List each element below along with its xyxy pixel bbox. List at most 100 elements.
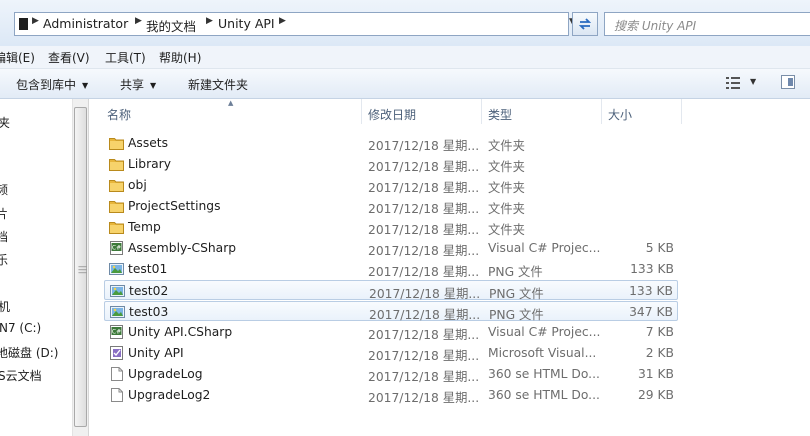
nav-item[interactable]: 档 [0,228,8,245]
navigation-scrollbar[interactable]: — — — [72,99,89,436]
file-row[interactable]: C# Assembly-CSharp 2017/12/18 星期... Visual … [104,238,678,258]
nav-item[interactable]: 乐 [0,251,8,268]
png-image-icon [110,285,125,297]
address-bar[interactable]: ▶ Administrator ▶ 我的文档 ▶ Unity API ▶ ▼ [14,12,576,36]
file-type: PNG 文件 [488,265,543,279]
file-modified-date: 2017/12/18 星期... [368,328,480,342]
visual-studio-solution-icon [110,346,123,360]
file-modified-date: 2017/12/18 星期... [368,160,480,174]
refresh-button[interactable] [572,12,598,36]
preview-pane-button[interactable] [781,75,795,89]
folder-path-icon [19,18,28,30]
file-size: 2 KB [645,346,674,360]
share-label: 共享 [120,78,145,92]
column-divider[interactable] [601,99,602,124]
column-divider[interactable] [681,99,682,124]
file-modified-date: 2017/12/18 星期... [369,308,481,322]
file-name: ProjectSettings [128,199,221,213]
file-type: 360 se HTML Do... [488,388,600,402]
file-row[interactable]: Temp 2017/12/18 星期... 文件夹 [104,217,678,237]
chevron-right-icon[interactable]: ▶ [279,16,286,26]
nav-item[interactable]: 片 [0,205,8,222]
file-name: UpgradeLog2 [128,388,211,402]
file-row[interactable]: test03 2017/12/18 星期... PNG 文件 347 KB [104,301,678,322]
column-headers: ▲ 名称 修改日期 类型 大小 [90,99,810,124]
menu-edit[interactable]: 编辑(E) [0,49,35,66]
chevron-down-icon: ▼ [150,81,157,90]
file-type: Visual C# Projec... [488,241,601,255]
search-input[interactable]: 搜索 Unity API [604,12,810,36]
nav-item[interactable]: 机 [0,298,10,315]
document-icon [111,367,123,381]
chevron-right-icon[interactable]: ▶ [32,16,39,26]
new-folder-button[interactable]: 新建文件夹 [188,76,248,93]
share-button[interactable]: 共享 ▼ [120,76,156,93]
file-row[interactable]: test01 2017/12/18 星期... PNG 文件 133 KB [104,259,678,279]
file-name: Assets [128,136,169,150]
column-header-date[interactable]: 修改日期 [368,106,416,123]
breadcrumb-administrator[interactable]: Administrator [43,16,128,31]
nav-item[interactable]: 夹 [0,114,10,131]
file-row[interactable]: ProjectSettings 2017/12/18 星期... 文件夹 [104,196,678,216]
sort-ascending-icon: ▲ [228,99,234,107]
chevron-right-icon[interactable]: ▶ [135,16,142,26]
file-row[interactable]: Library 2017/12/18 星期... 文件夹 [104,154,678,174]
file-type: PNG 文件 [489,287,544,301]
file-type: 文件夹 [488,139,525,153]
file-modified-date: 2017/12/18 星期... [368,202,480,216]
file-row[interactable]: UpgradeLog2 2017/12/18 星期... 360 se HTML D… [104,385,678,405]
column-header-type[interactable]: 类型 [488,106,512,123]
file-name: Temp [128,220,161,234]
file-type: 文件夹 [488,202,525,216]
file-modified-date: 2017/12/18 星期... [368,349,480,363]
file-row[interactable]: test02 2017/12/18 星期... PNG 文件 133 KB [104,280,678,301]
column-header-size[interactable]: 大小 [608,106,632,123]
folder-icon [109,180,124,192]
file-name: Assembly-CSharp [128,241,237,255]
scrollbar-thumb[interactable]: — — — [74,107,87,427]
file-row[interactable]: UpgradeLog 2017/12/18 星期... 360 se HTML Do… [104,364,678,384]
column-divider[interactable] [481,99,482,124]
file-row[interactable]: Unity API 2017/12/18 星期... Microsoft Visua… [104,343,678,363]
file-row[interactable]: obj 2017/12/18 星期... 文件夹 [104,175,678,195]
file-type: 360 se HTML Do... [488,367,600,381]
file-name: obj [128,178,147,192]
menu-view[interactable]: 查看(V) [48,49,90,66]
menu-help[interactable]: 帮助(H) [159,49,201,66]
folder-icon [109,201,124,213]
file-row[interactable]: Assets 2017/12/18 星期... 文件夹 [104,133,678,153]
menu-tools[interactable]: 工具(T) [105,49,146,66]
column-divider[interactable] [361,99,362,124]
file-size: 133 KB [629,284,673,298]
file-modified-date: 2017/12/18 星期... [368,223,480,237]
file-size: 347 KB [629,305,673,319]
breadcrumb-unity-api[interactable]: Unity API [218,16,275,31]
file-name: UpgradeLog [128,367,203,381]
folder-icon [109,138,124,150]
nav-item-drive-c[interactable]: N7 (C:) [0,321,41,335]
breadcrumb-my-documents[interactable]: 我的文档 [146,16,196,35]
chevron-right-icon[interactable]: ▶ [206,16,213,26]
folder-icon [109,222,124,234]
nav-item-cloud-docs[interactable]: S云文档 [0,367,42,384]
file-modified-date: 2017/12/18 星期... [368,391,480,405]
address-bar-row: ▶ Administrator ▶ 我的文档 ▶ Unity API ▶ ▼ 搜… [0,0,810,46]
png-image-icon [109,263,124,275]
view-dropdown-icon[interactable]: ▼ [750,77,756,86]
file-size: 7 KB [645,325,674,339]
navigation-pane: 夹 频 片 档 乐 机 N7 (C:) 地磁盘 (D:) S云文档 [0,99,72,436]
nav-item[interactable]: 频 [0,181,8,198]
csharp-project-icon: C# [110,241,123,255]
include-in-library-button[interactable]: 包含到库中 ▼ [16,76,88,93]
search-placeholder: 搜索 Unity API [614,19,697,33]
svg-text:C#: C# [112,329,121,336]
file-type: 文件夹 [488,223,525,237]
file-size: 31 KB [637,367,674,381]
file-row[interactable]: C# Unity API.CSharp 2017/12/18 星期... Visual… [104,322,678,342]
column-header-name[interactable]: 名称 [107,106,131,123]
file-modified-date: 2017/12/18 星期... [368,265,480,279]
svg-text:C#: C# [112,245,121,252]
view-options-icon[interactable] [726,77,740,89]
nav-item-drive-d[interactable]: 地磁盘 (D:) [0,344,58,361]
file-size: 5 KB [645,241,674,255]
